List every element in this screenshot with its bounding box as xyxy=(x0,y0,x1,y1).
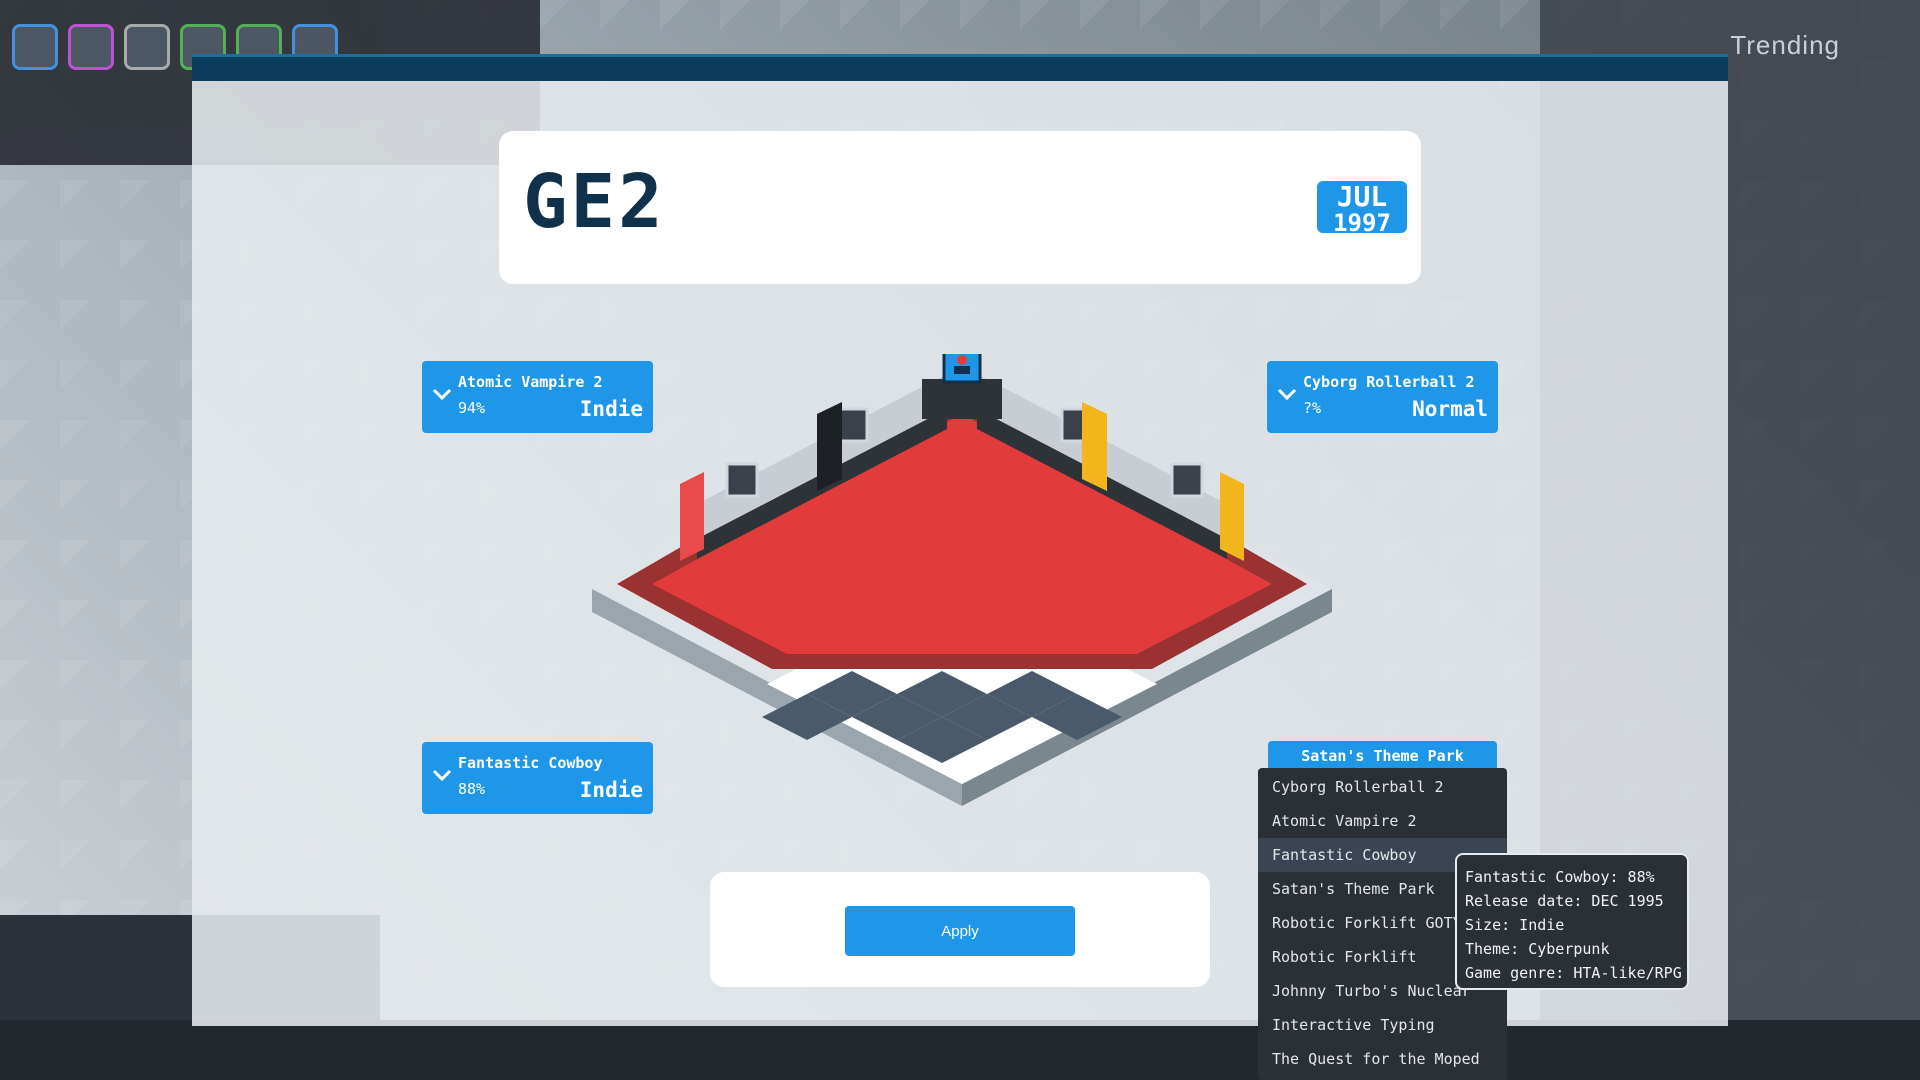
joystick-sign-icon xyxy=(942,354,982,384)
event-title: GE2 xyxy=(523,159,666,245)
design-tool-icon[interactable] xyxy=(68,24,114,70)
slot-game-name: Fantastic Cowboy xyxy=(458,754,603,772)
tooltip-release-date: Release date: DEC 1995 xyxy=(1465,892,1664,910)
tooltip-game-score: Fantastic Cowboy: 88% xyxy=(1465,868,1655,886)
bottom-status-bar xyxy=(0,1020,1920,1080)
dropdown-option[interactable]: Atomic Vampire 2 xyxy=(1258,804,1507,838)
dialog-header-bar xyxy=(192,54,1728,81)
chevron-down-icon xyxy=(432,388,452,401)
expo-booth-illustration xyxy=(592,354,1332,806)
save-tool-icon[interactable] xyxy=(12,24,58,70)
dropdown-option[interactable]: The Quest for the Moped xyxy=(1258,1042,1507,1076)
booth-slot-bottom-right[interactable]: Satan's Theme Park xyxy=(1268,741,1497,771)
tooltip-theme: Theme: Cyberpunk xyxy=(1465,940,1610,958)
tooltip-genre: Game genre: HTA-like/RPG xyxy=(1465,964,1682,982)
event-date-badge: JUL 1997 xyxy=(1317,180,1407,237)
apply-button[interactable]: Apply xyxy=(845,906,1075,956)
dropdown-option[interactable]: Interactive Typing xyxy=(1258,1008,1507,1042)
event-title-card: GE2 JUL 1997 xyxy=(499,131,1421,284)
settings-tool-icon[interactable] xyxy=(124,24,170,70)
slot-game-percent: 94% xyxy=(458,399,486,417)
trending-title: Trending xyxy=(1730,30,1840,60)
chevron-down-icon xyxy=(432,769,452,782)
game-info-tooltip: Fantastic Cowboy: 88% Release date: DEC … xyxy=(1455,853,1689,990)
slot-game-name: Atomic Vampire 2 xyxy=(458,373,603,391)
event-month: JUL xyxy=(1336,180,1388,213)
slot-game-size: Normal xyxy=(1412,397,1488,421)
tooltip-size: Size: Indie xyxy=(1465,916,1565,934)
apply-card: Apply xyxy=(710,872,1210,987)
dropdown-option[interactable]: Cyborg Rollerball 2 xyxy=(1258,770,1507,804)
slot-game-percent: 88% xyxy=(458,780,486,798)
event-year: 1997 xyxy=(1333,209,1391,237)
